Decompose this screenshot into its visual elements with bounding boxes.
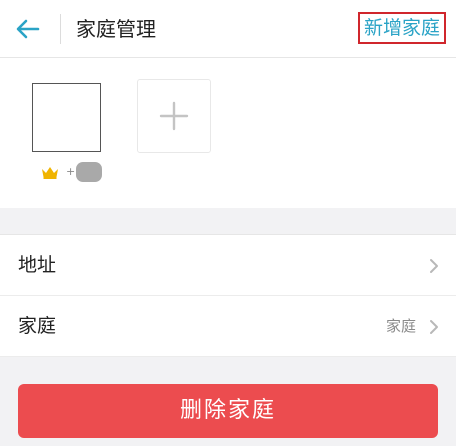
top-bar: 家庭管理 新增家庭	[0, 0, 456, 58]
home-management-page: 家庭管理 新增家庭 + 地址 家庭 家庭 删除家庭	[0, 0, 456, 446]
member-section: +	[0, 58, 456, 208]
back-button[interactable]	[10, 12, 46, 46]
member-avatar[interactable]	[32, 83, 101, 152]
add-home-button[interactable]: 新增家庭	[357, 12, 446, 44]
owner-prefix-mark: +	[66, 165, 76, 178]
owner-name-tag: +	[66, 162, 103, 182]
list-item-home[interactable]: 家庭 家庭	[0, 296, 456, 357]
chevron-right-icon	[430, 259, 438, 273]
delete-home-button[interactable]: 删除家庭	[18, 384, 438, 438]
settings-list: 地址 家庭 家庭	[0, 234, 456, 357]
owner-name-redacted	[76, 162, 103, 182]
add-member-button[interactable]	[137, 79, 211, 153]
chevron-right-icon	[430, 320, 438, 334]
page-title: 家庭管理	[76, 17, 156, 41]
list-item-address[interactable]: 地址	[0, 235, 456, 296]
back-arrow-icon	[16, 19, 40, 39]
crown-icon	[42, 167, 58, 179]
row-value: 家庭	[385, 317, 416, 335]
header-divider	[60, 14, 61, 44]
row-label: 家庭	[18, 315, 57, 337]
plus-icon	[159, 101, 189, 131]
row-label: 地址	[18, 254, 57, 276]
